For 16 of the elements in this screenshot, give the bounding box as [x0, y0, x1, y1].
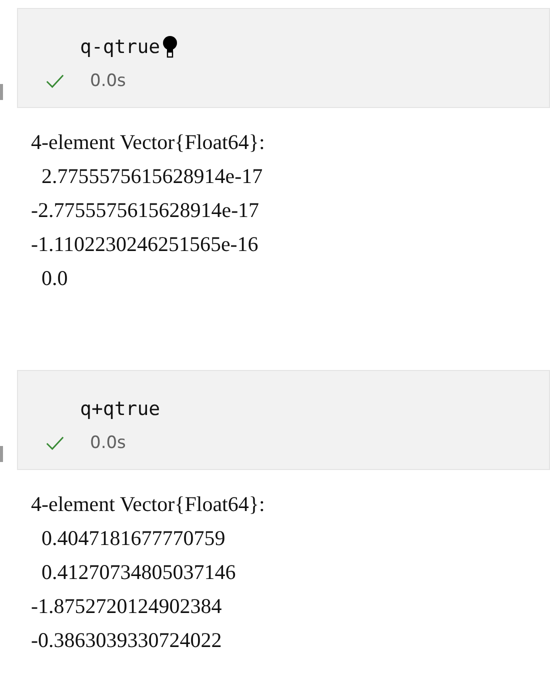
code-text: q+qtrue	[80, 398, 160, 420]
code-text: q-qtrue	[80, 36, 160, 58]
code-cell[interactable]: q+qtrue 0.0s	[17, 370, 550, 470]
output-line: 2.7755575615628914e-17	[40, 163, 264, 190]
output-line: 4-element Vector{Float64}:	[31, 491, 266, 518]
code-cell[interactable]: q-qtrue 0.0s	[17, 8, 550, 108]
output-line: 4-element Vector{Float64}:	[31, 129, 266, 156]
output-line: 0.41270734805037146	[40, 559, 237, 586]
output-line: -0.3863039330724022	[31, 627, 223, 654]
output-line: -2.7755575615628914e-17	[31, 197, 260, 224]
execution-time: 0.0s	[90, 71, 126, 91]
output-line: -1.8752720124902384	[31, 593, 223, 620]
output-line: 0.4047181677770759	[40, 525, 226, 552]
execution-time: 0.0s	[90, 433, 126, 453]
output-line: -1.1102230246251565e-16	[31, 231, 260, 258]
output-line: 0.0	[40, 265, 69, 292]
